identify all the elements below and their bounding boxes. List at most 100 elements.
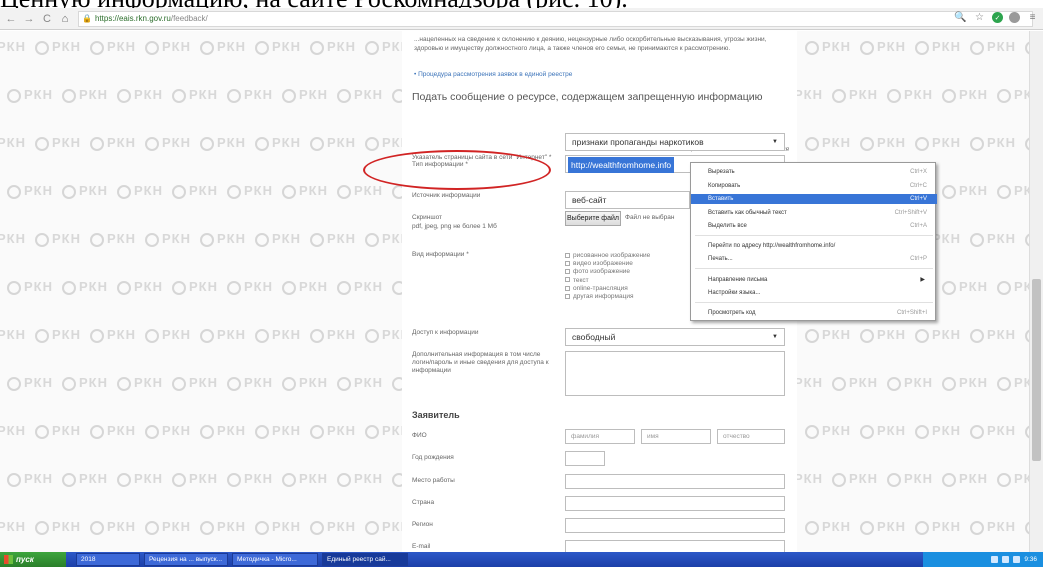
birth-year-input[interactable] xyxy=(565,451,605,466)
menu-item-print[interactable]: Печать... Ctrl+P xyxy=(691,254,937,264)
menu-item-paste[interactable]: Вставить Ctrl+V xyxy=(691,194,937,204)
extra-info-textarea[interactable] xyxy=(565,351,785,396)
country-input[interactable] xyxy=(565,496,785,511)
lock-icon: 🔒 xyxy=(82,14,92,23)
region-input[interactable] xyxy=(565,518,785,533)
checkbox[interactable] xyxy=(565,293,570,299)
view-option[interactable]: текст xyxy=(565,277,650,285)
menu-item-writing-direction[interactable]: Направление письма ▶ xyxy=(691,275,937,285)
watermark-logo: РКН xyxy=(860,327,906,343)
patronymic-input[interactable]: отчество xyxy=(717,429,785,444)
menu-item-language-settings[interactable]: Настройки языка... xyxy=(691,288,937,298)
watermark-logo: РКН xyxy=(942,183,988,199)
first-name-input[interactable]: имя xyxy=(641,429,711,444)
zoom-icon[interactable]: 🔍 xyxy=(954,11,967,24)
watermark-logo: РКН xyxy=(832,471,878,487)
start-button[interactable]: пуск xyxy=(0,552,66,567)
watermark-logo: РКН xyxy=(255,231,301,247)
work-input[interactable] xyxy=(565,474,785,489)
access-label: Доступ к информации xyxy=(412,329,479,336)
checkbox[interactable] xyxy=(565,252,570,258)
home-button[interactable]: ⌂ xyxy=(58,12,72,26)
watermark-logo: РКН xyxy=(337,87,383,103)
reload-button[interactable]: C xyxy=(40,12,54,26)
view-checkbox-group: рисованное изображение видео изображение… xyxy=(565,252,650,301)
watermark-logo: РКН xyxy=(0,135,26,150)
view-option-label: рисованное изображение xyxy=(573,252,651,259)
view-option[interactable]: другая информация xyxy=(565,293,650,301)
back-button[interactable]: ← xyxy=(4,12,18,26)
url-path: /feedback/ xyxy=(170,14,208,23)
menu-separator xyxy=(695,268,933,269)
taskbar-item-active[interactable]: Единый реестр сай... xyxy=(322,553,408,566)
watermark-logo: РКН xyxy=(282,471,328,487)
watermark-logo: РКН xyxy=(172,183,218,199)
scrollbar-thumb[interactable] xyxy=(1032,279,1041,461)
watermark-logo: РКН xyxy=(310,231,356,247)
menu-item-paste-plain[interactable]: Вставить как обычный текст Ctrl+Shift+V xyxy=(691,208,937,218)
tray-icon[interactable] xyxy=(1002,556,1010,563)
watermark-logo: РКН xyxy=(7,375,53,391)
address-bar[interactable]: 🔒 https://eais.rkn.gov.ru /feedback/ xyxy=(78,10,1033,27)
watermark-logo: РКН xyxy=(310,327,356,343)
watermark-logo: РКН xyxy=(942,375,988,391)
source-value: веб-сайт xyxy=(572,195,607,205)
view-option[interactable]: фото изображение xyxy=(565,268,650,276)
bookmark-star-icon[interactable]: ☆ xyxy=(973,11,986,24)
extension-icon[interactable] xyxy=(1009,12,1020,23)
watermark-logo: РКН xyxy=(887,87,933,103)
procedure-link[interactable]: • Процедура рассмотрения заявок в единой… xyxy=(414,71,572,78)
watermark-logo: РКН xyxy=(805,519,851,535)
menu-item-shortcut: Ctrl+X xyxy=(910,169,927,175)
screenshot-label: Скриншот xyxy=(412,214,443,221)
view-option-label: видео изображение xyxy=(573,260,633,268)
last-name-input[interactable]: фамилия xyxy=(565,429,635,444)
watermark-logo: РКН xyxy=(970,327,1016,343)
clock[interactable]: 9:36 xyxy=(1024,556,1037,563)
menu-item-cut[interactable]: Вырезать Ctrl+X xyxy=(691,167,937,177)
procedure-link-text[interactable]: Процедура рассмотрения заявок в единой р… xyxy=(418,71,572,78)
watermark-logo: РКН xyxy=(145,327,191,343)
source-select[interactable]: веб-сайт xyxy=(565,191,690,209)
view-option[interactable]: online-трансляция xyxy=(565,285,650,293)
watermark-logo: РКН xyxy=(860,135,906,151)
vertical-scrollbar[interactable] xyxy=(1029,31,1043,552)
submenu-arrow-icon: ▶ xyxy=(920,277,925,283)
menu-item-go-to[interactable]: Перейти по адресу http://wealthfromhome.… xyxy=(691,241,937,251)
choose-file-button[interactable]: Выберите файл xyxy=(565,211,621,226)
forward-button[interactable]: → xyxy=(22,12,36,26)
applicant-title: Заявитель xyxy=(412,410,460,420)
watermark-logo: РКН xyxy=(200,423,246,439)
extension-check-icon[interactable]: ✓ xyxy=(992,12,1003,23)
info-type-select[interactable]: признаки пропаганды наркотиков ▼ xyxy=(565,133,785,151)
work-label: Место работы xyxy=(412,477,455,484)
watermark-logo: РКН xyxy=(887,375,933,391)
watermark-logo: РКН xyxy=(310,519,356,535)
watermark-logo: РКН xyxy=(200,39,246,55)
menu-item-inspect[interactable]: Просмотреть код Ctrl+Shift+I xyxy=(691,308,937,318)
watermark-logo: РКН xyxy=(62,279,108,295)
checkbox[interactable] xyxy=(565,277,570,283)
email-input[interactable] xyxy=(565,540,785,552)
menu-item-label: Просмотреть код xyxy=(708,310,756,316)
taskbar-item[interactable]: Рецензия на ... выпуск... xyxy=(144,553,228,566)
view-option-label: online-трансляция xyxy=(573,284,628,292)
checkbox[interactable] xyxy=(565,285,570,291)
menu-item-select-all[interactable]: Выделить все Ctrl+A xyxy=(691,221,937,231)
watermark-logo: РКН xyxy=(915,135,961,151)
region-label: Регион xyxy=(412,521,433,528)
taskbar-item[interactable]: 2018 xyxy=(76,553,140,566)
access-select[interactable]: свободный ▼ xyxy=(565,328,785,346)
checkbox[interactable] xyxy=(565,269,570,275)
watermark-logo: РКН xyxy=(282,87,328,103)
taskbar-item[interactable]: Методичка - Micro... xyxy=(232,553,318,566)
system-tray: 9:36 xyxy=(923,552,1043,567)
checkbox[interactable] xyxy=(565,260,570,266)
watermark-logo: РКН xyxy=(117,87,163,103)
view-option[interactable]: рисованное изображение xyxy=(565,252,650,260)
menu-item-copy[interactable]: Копировать Ctrl+C xyxy=(691,181,937,191)
tray-icon[interactable] xyxy=(1013,556,1021,563)
watermark-logo: РКН xyxy=(970,231,1016,247)
tray-icon[interactable] xyxy=(991,556,999,563)
menu-icon[interactable]: ≡ xyxy=(1026,11,1039,24)
